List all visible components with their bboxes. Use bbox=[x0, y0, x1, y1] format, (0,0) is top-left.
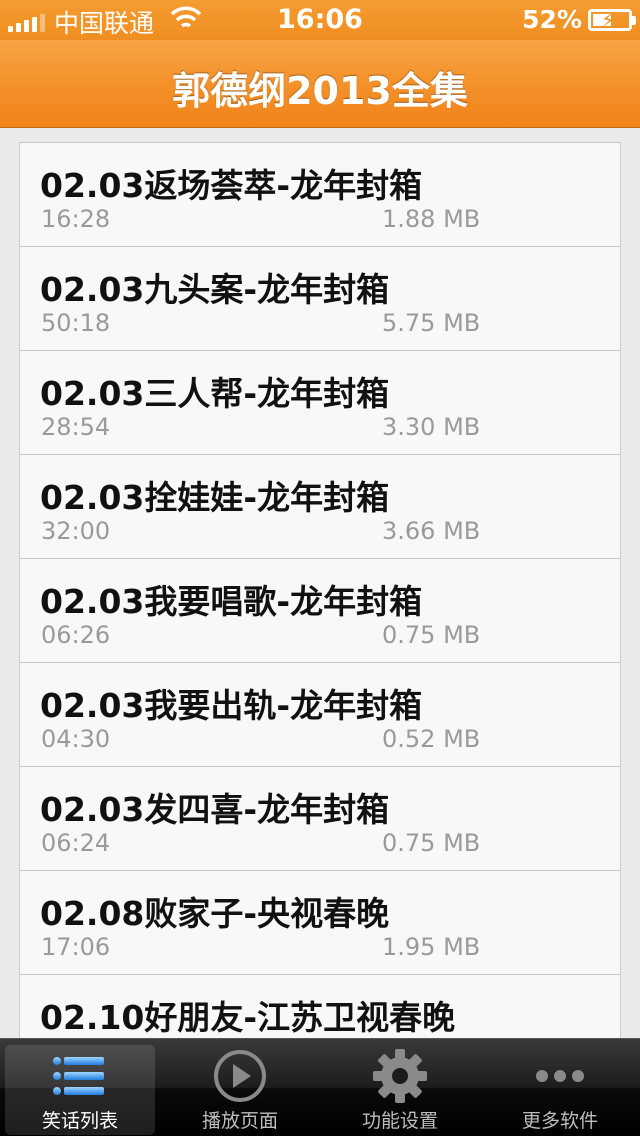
tab-gear[interactable]: 功能设置 bbox=[325, 1045, 475, 1135]
list-item[interactable]: 02.03我要唱歌-龙年封箱 06:26 0.75 MB bbox=[20, 558, 620, 662]
status-bar: 中国联通 16:06 52% ⚡ bbox=[0, 0, 640, 40]
item-file-size: 0.52 MB bbox=[382, 725, 481, 753]
item-file-size: 1.95 MB bbox=[382, 933, 481, 961]
page-title: 郭德纲2013全集 bbox=[172, 69, 468, 113]
item-file-size: 0.75 MB bbox=[382, 829, 481, 857]
list-item[interactable]: 02.03拴娃娃-龙年封箱 32:00 3.66 MB bbox=[20, 454, 620, 558]
item-duration: 28:54 bbox=[41, 413, 111, 441]
item-title: 02.03九头案-龙年封箱 bbox=[40, 270, 390, 309]
item-duration: 16:28 bbox=[41, 205, 111, 233]
item-title: 02.03返场荟萃-龙年封箱 bbox=[40, 166, 423, 205]
navigation-bar: 郭德纲2013全集 bbox=[0, 40, 640, 128]
item-file-size: 1.88 MB bbox=[382, 205, 481, 233]
list-item[interactable]: 02.10好朋友-江苏卫视春晚 bbox=[20, 974, 620, 1038]
joke-list: 02.03返场荟萃-龙年封箱 16:28 1.88 MB 02.03九头案-龙年封箱 5… bbox=[19, 142, 621, 1038]
list-item[interactable]: 02.03发四喜-龙年封箱 06:24 0.75 MB bbox=[20, 766, 620, 870]
item-duration: 32:00 bbox=[41, 517, 111, 545]
item-title: 02.03我要出轨-龙年封箱 bbox=[40, 686, 423, 725]
item-file-size: 3.30 MB bbox=[382, 413, 481, 441]
item-duration: 06:24 bbox=[41, 829, 111, 857]
list-icon bbox=[50, 1049, 110, 1103]
list-item[interactable]: 02.03我要出轨-龙年封箱 04:30 0.52 MB bbox=[20, 662, 620, 766]
battery-percentage: 52% bbox=[522, 5, 582, 34]
tab-label: 更多软件 bbox=[521, 1110, 598, 1132]
play-icon bbox=[210, 1049, 270, 1103]
item-file-size: 5.75 MB bbox=[382, 309, 481, 337]
item-title: 02.08败家子-央视春晚 bbox=[40, 894, 390, 933]
item-title: 02.03拴娃娃-龙年封箱 bbox=[40, 478, 390, 517]
tab-list[interactable]: 笑话列表 bbox=[5, 1045, 155, 1135]
tab-play[interactable]: 播放页面 bbox=[165, 1045, 315, 1135]
tab-label: 功能设置 bbox=[361, 1110, 438, 1132]
tab-label: 播放页面 bbox=[201, 1110, 278, 1132]
item-duration: 06:26 bbox=[41, 621, 111, 649]
item-duration: 17:06 bbox=[41, 933, 111, 961]
item-title: 02.03发四喜-龙年封箱 bbox=[40, 790, 390, 829]
list-item[interactable]: 02.03三人帮-龙年封箱 28:54 3.30 MB bbox=[20, 350, 620, 454]
item-title: 02.03三人帮-龙年封箱 bbox=[40, 374, 390, 413]
tab-label: 笑话列表 bbox=[41, 1110, 118, 1132]
item-title: 02.03我要唱歌-龙年封箱 bbox=[40, 582, 423, 621]
battery-icon: ⚡ bbox=[588, 8, 636, 32]
item-duration: 04:30 bbox=[41, 725, 111, 753]
item-duration: 50:18 bbox=[41, 309, 111, 337]
list-item[interactable]: 02.03返场荟萃-龙年封箱 16:28 1.88 MB bbox=[20, 142, 620, 246]
list-item[interactable]: 02.03九头案-龙年封箱 50:18 5.75 MB bbox=[20, 246, 620, 350]
item-file-size: 0.75 MB bbox=[382, 621, 481, 649]
item-file-size: 3.66 MB bbox=[382, 517, 481, 545]
gear-icon bbox=[370, 1049, 430, 1103]
list-item[interactable]: 02.08败家子-央视春晚 17:06 1.95 MB bbox=[20, 870, 620, 974]
more-icon bbox=[530, 1049, 590, 1103]
list-scroll-area[interactable]: 02.03返场荟萃-龙年封箱 16:28 1.88 MB 02.03九头案-龙年封箱 5… bbox=[0, 128, 640, 1038]
tab-more[interactable]: 更多软件 bbox=[485, 1045, 635, 1135]
tab-bar: 笑话列表 播放页面 功能设置 更多软件 bbox=[0, 1038, 640, 1136]
item-title: 02.10好朋友-江苏卫视春晚 bbox=[40, 998, 456, 1037]
